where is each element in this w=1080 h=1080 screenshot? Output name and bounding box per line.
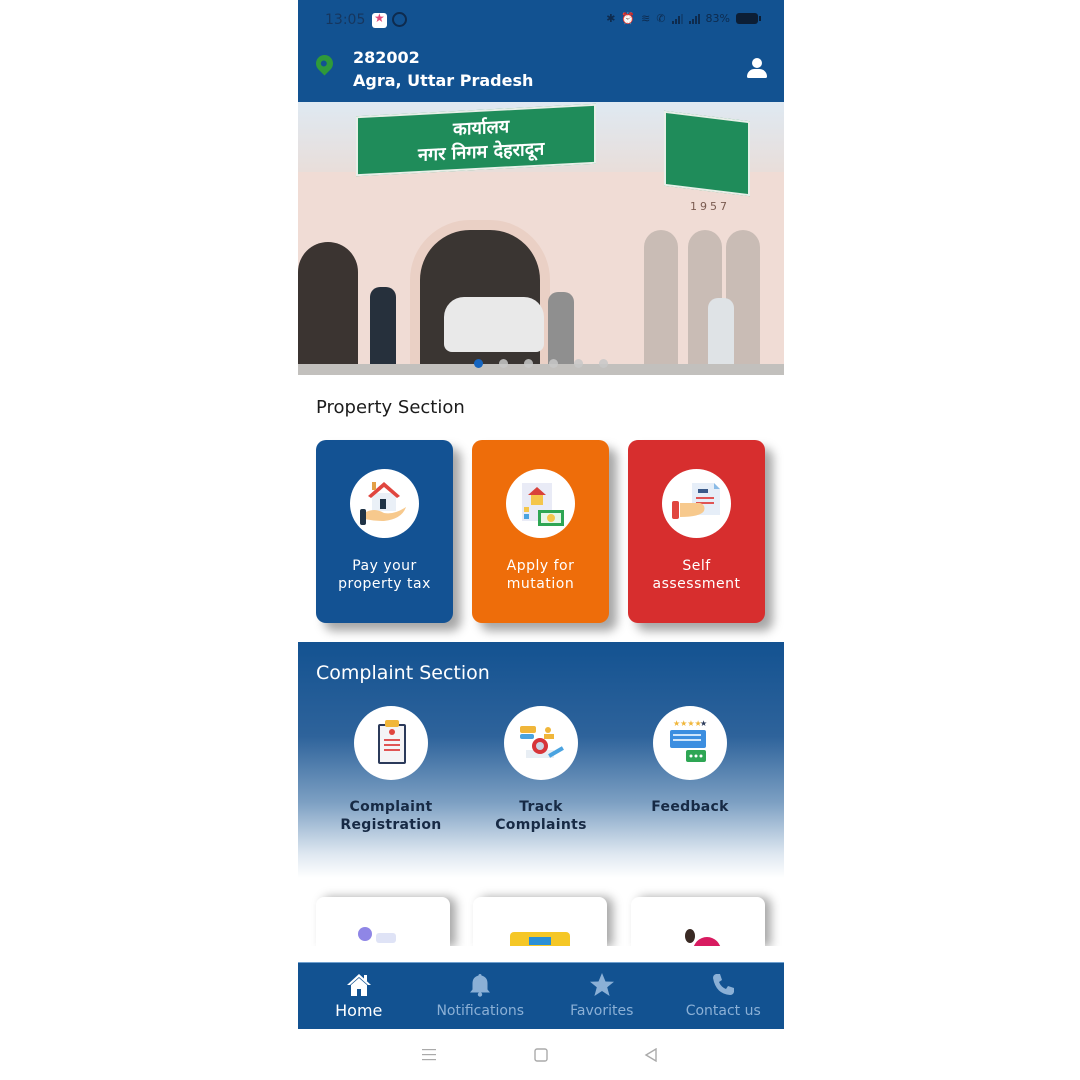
id-card-line bbox=[376, 933, 396, 943]
property-section-title: Property Section bbox=[316, 397, 465, 418]
location-city[interactable]: Agra, Uttar Pradesh bbox=[353, 71, 533, 90]
banner-door bbox=[298, 242, 358, 375]
alarm-icon: ⏰ bbox=[621, 12, 636, 25]
location-pincode[interactable]: 282002 bbox=[353, 48, 420, 67]
nav-home[interactable]: Home bbox=[298, 963, 420, 1029]
wifi-icon: ≋ bbox=[641, 12, 651, 25]
carousel-indicator bbox=[474, 359, 608, 368]
property-document-money-icon bbox=[506, 469, 575, 538]
status-bar: 13:05 ✱ ⏰ ≋ ✆ 83% bbox=[298, 0, 784, 40]
status-time: 13:05 bbox=[325, 12, 366, 28]
app-screen: 13:05 ✱ ⏰ ≋ ✆ 83% 282002 Agra, Uttar Pra… bbox=[298, 0, 784, 1080]
banner-car bbox=[444, 297, 544, 352]
svg-text:★: ★ bbox=[700, 719, 707, 728]
hand-holding-document-icon bbox=[662, 469, 731, 538]
card-label-line1: Self bbox=[682, 558, 711, 574]
banner-side-sign bbox=[664, 110, 750, 197]
user-id-card-icon bbox=[358, 927, 372, 941]
item-label-line1: Feedback bbox=[651, 799, 729, 815]
svg-text:★★★★: ★★★★ bbox=[673, 719, 702, 728]
star-icon bbox=[589, 973, 614, 996]
banner-sign: कार्यालय नगर निगम देहरादून bbox=[356, 103, 596, 177]
app-notification-icon bbox=[372, 11, 387, 28]
track-certificate-icon bbox=[504, 706, 578, 780]
carousel-dot[interactable] bbox=[474, 359, 483, 368]
complaint-section-title: Complaint Section bbox=[316, 662, 490, 684]
banner-carousel[interactable]: कार्यालय नगर निगम देहरादून 1957 bbox=[298, 102, 784, 375]
phone-icon bbox=[713, 974, 735, 995]
battery-percent: 83% bbox=[705, 12, 730, 25]
signal-icon bbox=[671, 13, 683, 24]
banner-window bbox=[644, 230, 678, 375]
carousel-dot[interactable] bbox=[574, 359, 583, 368]
complaint-section: Complaint Section Complaint Registration bbox=[298, 642, 784, 878]
person-with-ring-icon bbox=[685, 929, 695, 943]
apply-mutation-card[interactable]: Apply for mutation bbox=[472, 440, 609, 623]
whatsapp-icon bbox=[392, 12, 407, 27]
ticket-center bbox=[529, 937, 551, 945]
carousel-dot[interactable] bbox=[599, 359, 608, 368]
nav-favorites-label: Favorites bbox=[570, 1003, 634, 1019]
carousel-dot[interactable] bbox=[549, 359, 558, 368]
house-in-hand-icon bbox=[350, 469, 419, 538]
signal-icon bbox=[688, 13, 700, 24]
service-card[interactable] bbox=[473, 897, 607, 947]
item-label-line2: Registration bbox=[340, 817, 442, 833]
service-card[interactable] bbox=[316, 897, 450, 947]
nav-contact-us[interactable]: Contact us bbox=[663, 963, 785, 1029]
pay-property-tax-card[interactable]: Pay your property tax bbox=[316, 440, 453, 623]
carousel-dot[interactable] bbox=[524, 359, 533, 368]
home-icon bbox=[346, 974, 371, 996]
nav-contact-label: Contact us bbox=[685, 1003, 761, 1019]
card-label-line1: Apply for bbox=[506, 558, 575, 574]
bottom-navigation: Home Notifications Favorites Contact us bbox=[298, 962, 784, 1029]
content-fade bbox=[298, 946, 784, 962]
system-status-icons: ✱ ⏰ ≋ ✆ 83% bbox=[606, 12, 761, 25]
sign-text-line2: नगर निगम देहरादून bbox=[418, 138, 545, 167]
card-label-line2: mutation bbox=[506, 576, 575, 592]
card-label-line2: property tax bbox=[338, 576, 431, 592]
building-year: 1957 bbox=[690, 200, 730, 213]
menu-icon[interactable] bbox=[422, 1048, 436, 1062]
nav-notifications[interactable]: Notifications bbox=[420, 963, 542, 1029]
sign-text-line1: कार्यालय bbox=[453, 116, 510, 141]
system-navigation-bar bbox=[298, 1030, 784, 1080]
item-label-line2: Complaints bbox=[495, 817, 587, 833]
battery-icon bbox=[736, 13, 761, 24]
carousel-dot[interactable] bbox=[499, 359, 508, 368]
card-label-line1: Pay your bbox=[352, 558, 417, 574]
nav-favorites[interactable]: Favorites bbox=[541, 963, 663, 1029]
bluetooth-icon: ✱ bbox=[606, 12, 616, 25]
nav-notifications-label: Notifications bbox=[436, 1003, 525, 1019]
map-pin-icon[interactable] bbox=[312, 51, 337, 76]
bell-icon bbox=[470, 974, 491, 997]
card-label-line2: assessment bbox=[652, 576, 741, 592]
app-header: 13:05 ✱ ⏰ ≋ ✆ 83% 282002 Agra, Uttar Pra… bbox=[298, 0, 784, 102]
user-icon[interactable] bbox=[746, 58, 768, 80]
volte-call-icon: ✆ bbox=[656, 12, 666, 25]
clipboard-complaint-icon bbox=[354, 706, 428, 780]
nav-home-label: Home bbox=[335, 1001, 383, 1020]
banner-person bbox=[370, 287, 396, 375]
service-card[interactable] bbox=[631, 897, 765, 947]
self-assessment-card[interactable]: Self assessment bbox=[628, 440, 765, 623]
back-triangle-icon[interactable] bbox=[644, 1048, 658, 1062]
item-label-line1: Complaint bbox=[349, 799, 433, 815]
feedback-chat-rating-icon: ★★★★ ★ bbox=[653, 706, 727, 780]
item-label-line1: Track bbox=[519, 799, 563, 815]
home-square-icon[interactable] bbox=[534, 1048, 548, 1062]
